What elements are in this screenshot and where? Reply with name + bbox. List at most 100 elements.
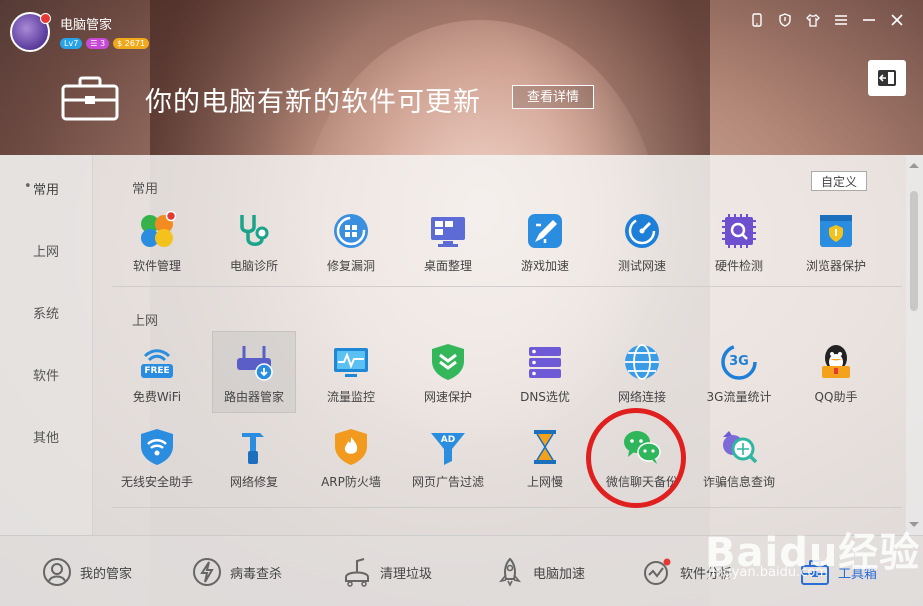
game-boost-icon xyxy=(525,211,565,251)
toolbox-banner-icon xyxy=(60,76,120,126)
tool-fraud-search[interactable]: 诈骗信息查询 xyxy=(691,421,787,497)
3g-badge: 3G xyxy=(729,354,749,369)
ad-badge: AD xyxy=(440,435,456,445)
tool-3g-stats[interactable]: 3G 3G流量统计 xyxy=(691,336,787,412)
tools-panel: 常用 上网 系统 软件 其他 常用 自定义 软件管理 xyxy=(0,155,923,535)
tool-router-manager[interactable]: 路由器管家 xyxy=(212,331,296,413)
speed-test-icon xyxy=(622,211,662,251)
wifi-security-icon xyxy=(137,427,177,467)
tool-hardware-check[interactable]: 硬件检测 xyxy=(691,205,787,281)
tab-cleanup[interactable]: 清理垃圾 xyxy=(342,556,432,588)
rocket-icon xyxy=(495,557,525,587)
tool-network-repair[interactable]: 网络修复 xyxy=(206,421,302,497)
nav-item-other[interactable]: 其他 xyxy=(0,427,92,447)
minimize-icon[interactable] xyxy=(861,12,877,28)
view-details-button[interactable]: 查看详情 xyxy=(512,85,594,109)
header: 电脑管家 Lv7 ☰ 3 $ 2671 你的电脑有新的软件可更新 查看详情 xyxy=(0,0,923,155)
scrollbar-thumb[interactable] xyxy=(910,191,918,311)
tool-label: 免费WiFi xyxy=(132,390,182,404)
tool-label: 路由器管家 xyxy=(223,390,284,404)
sidebar-toggle-button[interactable] xyxy=(868,60,906,96)
level-badge[interactable]: Lv7 xyxy=(60,38,83,49)
tool-speed-test[interactable]: 测试网速 xyxy=(594,205,690,281)
desktop-organize-icon xyxy=(428,211,468,251)
vip-badge[interactable]: ☰ 3 xyxy=(86,38,110,49)
cleanup-icon xyxy=(342,557,372,587)
tool-wechat-backup[interactable]: 微信聊天备份 xyxy=(594,421,690,497)
tool-label: 修复漏洞 xyxy=(326,259,375,273)
tool-label: 网络连接 xyxy=(617,390,666,404)
tool-pc-clinic[interactable]: 电脑诊所 xyxy=(206,205,302,281)
tab-my-manager[interactable]: 我的管家 xyxy=(42,556,132,588)
tool-dns-optimize[interactable]: DNS选优 xyxy=(497,336,593,412)
category-nav: 常用 上网 系统 软件 其他 xyxy=(0,155,93,535)
tab-pc-speedup[interactable]: 电脑加速 xyxy=(495,556,585,588)
tool-label: 硬件检测 xyxy=(714,259,763,273)
speed-protect-icon xyxy=(428,342,468,382)
tool-label: 浏览器保护 xyxy=(805,259,866,273)
tool-label: DNS选优 xyxy=(520,390,570,404)
arp-firewall-icon xyxy=(331,427,371,467)
browser-protect-icon xyxy=(816,211,856,251)
coin-badge[interactable]: $ 2671 xyxy=(113,38,150,49)
menu-icon[interactable] xyxy=(833,12,849,28)
shield-icon[interactable] xyxy=(777,12,793,28)
nav-item-common[interactable]: 常用 xyxy=(0,179,92,199)
hardware-check-icon xyxy=(719,211,759,251)
tool-ad-filter[interactable]: AD 网页广告过滤 xyxy=(400,421,496,497)
app-title: 电脑管家 xyxy=(60,18,113,33)
tool-label: 测试网速 xyxy=(617,259,666,273)
stethoscope-icon xyxy=(234,211,274,251)
tool-free-wifi[interactable]: FREE 免费WiFi xyxy=(109,336,205,412)
tool-arp-firewall[interactable]: ARP防火墙 xyxy=(303,421,399,497)
tab-virus-scan[interactable]: 病毒查杀 xyxy=(192,556,282,588)
customize-button[interactable]: 自定义 xyxy=(811,171,867,191)
tool-label: QQ助手 xyxy=(814,390,858,404)
tab-label: 病毒查杀 xyxy=(230,566,283,582)
tool-wifi-security[interactable]: 无线安全助手 xyxy=(109,421,205,497)
hourglass-icon xyxy=(525,427,565,467)
app-window: 电脑管家 Lv7 ☰ 3 $ 2671 你的电脑有新的软件可更新 查看详情 • … xyxy=(0,0,923,606)
section-divider xyxy=(112,286,902,287)
vip-value: 3 xyxy=(100,39,106,48)
tool-label: 微信聊天备份 xyxy=(605,475,678,489)
free-badge: FREE xyxy=(144,366,170,376)
tab-label: 电脑加速 xyxy=(533,566,586,582)
ad-filter-icon: AD xyxy=(428,427,468,467)
coin-value: 2671 xyxy=(124,39,146,48)
phone-icon[interactable] xyxy=(749,12,765,28)
traffic-monitor-icon xyxy=(331,342,371,382)
tool-desktop-organize[interactable]: 桌面整理 xyxy=(400,205,496,281)
close-icon[interactable] xyxy=(889,12,905,28)
tool-slow-internet[interactable]: 上网慢 xyxy=(497,421,593,497)
tool-label: 电脑诊所 xyxy=(229,259,278,273)
tool-browser-protect[interactable]: 浏览器保护 xyxy=(788,205,884,281)
tool-label: 网页广告过滤 xyxy=(411,475,484,489)
tool-network-connect[interactable]: 网络连接 xyxy=(594,336,690,412)
virus-scan-icon xyxy=(192,557,222,587)
tool-label: 软件管理 xyxy=(132,259,181,273)
tool-traffic-monitor[interactable]: 流量监控 xyxy=(303,336,399,412)
tool-label: 3G流量统计 xyxy=(706,390,772,404)
tool-software-manage[interactable]: 软件管理 xyxy=(109,205,205,281)
section-divider xyxy=(112,507,902,508)
tool-label: 桌面整理 xyxy=(423,259,472,273)
nav-item-system[interactable]: 系统 xyxy=(0,303,92,323)
tab-label: 我的管家 xyxy=(80,566,133,582)
section-title-common: 常用 xyxy=(132,182,159,197)
my-manager-icon xyxy=(42,557,72,587)
tool-label: 诈骗信息查询 xyxy=(702,475,775,489)
nav-item-software[interactable]: 软件 xyxy=(0,365,92,385)
tool-qq-assistant[interactable]: QQ助手 xyxy=(788,336,884,412)
scroll-up-arrow-icon[interactable] xyxy=(909,163,919,168)
software-manage-icon xyxy=(137,210,177,251)
tool-label: 网络修复 xyxy=(229,475,278,489)
nav-item-internet[interactable]: 上网 xyxy=(0,241,92,261)
tool-game-boost[interactable]: 游戏加速 xyxy=(497,205,593,281)
tool-speed-protect[interactable]: 网速保护 xyxy=(400,336,496,412)
scrollbar[interactable] xyxy=(906,155,923,535)
tool-repair-vulnerability[interactable]: 修复漏洞 xyxy=(303,205,399,281)
tool-label: 上网慢 xyxy=(526,475,563,489)
skin-icon[interactable] xyxy=(805,12,821,28)
dns-icon xyxy=(525,342,565,382)
